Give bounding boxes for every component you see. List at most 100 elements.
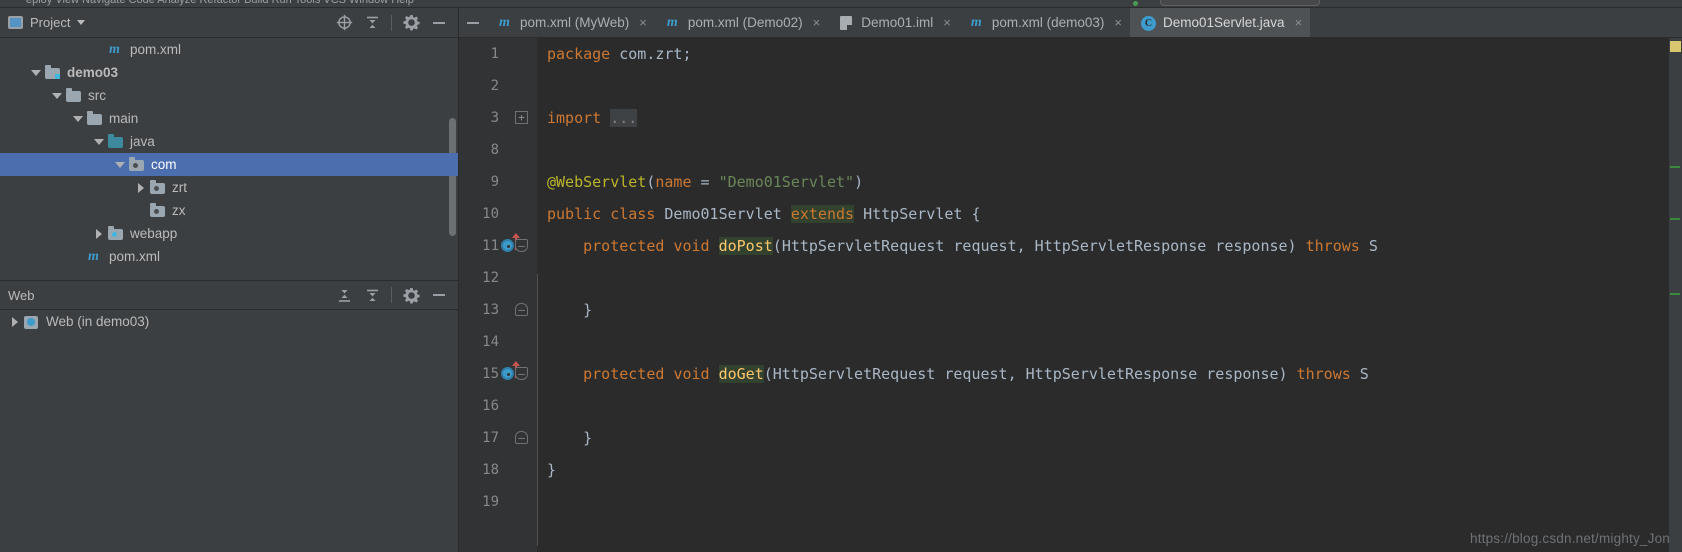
close-icon[interactable]: × bbox=[1295, 15, 1303, 30]
tree-row[interactable]: zx bbox=[0, 199, 458, 222]
hide-tool-window-icon[interactable] bbox=[426, 283, 452, 307]
tree-row[interactable]: m pom.xml bbox=[0, 245, 458, 268]
chevron-down-icon[interactable] bbox=[29, 66, 42, 79]
gutter-row[interactable]: 2 bbox=[459, 70, 537, 102]
gutter-row[interactable]: 19 bbox=[459, 486, 537, 518]
gutter-row[interactable]: 17 bbox=[459, 422, 537, 454]
expand-all-icon[interactable] bbox=[331, 283, 357, 307]
tree-row[interactable]: webapp bbox=[0, 222, 458, 245]
fold-minus-icon[interactable] bbox=[515, 239, 528, 252]
fold-minus-icon[interactable] bbox=[515, 367, 528, 380]
chevron-right-icon[interactable] bbox=[8, 315, 21, 328]
fold-guide-line bbox=[537, 274, 538, 546]
web-tree[interactable]: Web (in demo03) bbox=[0, 310, 458, 552]
gutter-marker-area[interactable] bbox=[499, 166, 517, 198]
editor-tabs[interactable]: m pom.xml (MyWeb) × m pom.xml (Demo02) × Demo0… bbox=[459, 8, 1682, 38]
line-number: 2 bbox=[490, 78, 499, 94]
tree-row[interactable]: main bbox=[0, 107, 458, 130]
gutter-marker-area[interactable] bbox=[499, 486, 517, 518]
hide-tool-window-icon[interactable] bbox=[426, 11, 452, 35]
code-line[interactable]: import ... bbox=[547, 102, 1668, 134]
editor-tab[interactable]: Demo01.iml × bbox=[828, 8, 959, 37]
editor-tab-label: pom.xml (MyWeb) bbox=[520, 15, 630, 30]
gutter-row[interactable]: 10 bbox=[459, 198, 537, 230]
collapse-all-icon[interactable] bbox=[359, 11, 385, 35]
gutter-row[interactable]: 12 bbox=[459, 262, 537, 294]
gutter-row[interactable]: 13 bbox=[459, 294, 537, 326]
gutter-marker-area[interactable] bbox=[499, 134, 517, 166]
gear-icon[interactable] bbox=[398, 11, 424, 35]
gutter-row[interactable]: 11 bbox=[459, 230, 537, 262]
project-tree[interactable]: m pom.xml demo03 src main java com zrt zx webapp m… bbox=[0, 38, 458, 280]
gutter-marker-area[interactable] bbox=[499, 38, 517, 70]
editor-tab[interactable]: C Demo01Servlet.java × bbox=[1130, 8, 1311, 37]
code-line[interactable]: package com.zrt; bbox=[547, 38, 1668, 70]
code-line[interactable] bbox=[547, 390, 1668, 422]
close-icon[interactable]: × bbox=[1114, 15, 1122, 30]
code-line[interactable]: } bbox=[547, 454, 1668, 486]
override-method-icon[interactable] bbox=[501, 239, 514, 252]
error-stripe[interactable] bbox=[1668, 38, 1682, 552]
close-icon[interactable]: × bbox=[639, 15, 647, 30]
code-line[interactable] bbox=[547, 134, 1668, 166]
hide-editor-icon[interactable] bbox=[459, 8, 487, 37]
editor-gutter[interactable]: 1238910111213141516171819 bbox=[459, 38, 537, 552]
gutter-row[interactable]: 8 bbox=[459, 134, 537, 166]
gutter-row[interactable]: 16 bbox=[459, 390, 537, 422]
code-line[interactable]: public class Demo01Servlet extends HttpS… bbox=[547, 198, 1668, 230]
tree-row[interactable]: com bbox=[0, 153, 458, 176]
gutter-marker-area[interactable] bbox=[499, 454, 517, 486]
close-icon[interactable]: × bbox=[813, 15, 821, 30]
chevron-down-icon[interactable] bbox=[92, 135, 105, 148]
gutter-row[interactable]: 9 bbox=[459, 166, 537, 198]
tree-row[interactable]: demo03 bbox=[0, 61, 458, 84]
gutter-row[interactable]: 1 bbox=[459, 38, 537, 70]
gutter-row[interactable]: 15 bbox=[459, 358, 537, 390]
code-line[interactable] bbox=[547, 70, 1668, 102]
gutter-row[interactable]: 3 bbox=[459, 102, 537, 134]
fold-plus-icon[interactable] bbox=[515, 111, 528, 124]
code-line[interactable]: protected void doPost(HttpServletRequest… bbox=[547, 230, 1668, 262]
editor-tab[interactable]: m pom.xml (Demo02) × bbox=[655, 8, 828, 37]
tree-row[interactable]: java bbox=[0, 130, 458, 153]
close-icon[interactable]: × bbox=[943, 15, 951, 30]
search-everywhere-box[interactable] bbox=[1160, 0, 1320, 6]
gutter-marker-area[interactable] bbox=[499, 326, 517, 358]
code-line[interactable] bbox=[547, 326, 1668, 358]
editor-tab[interactable]: m pom.xml (demo03) × bbox=[959, 8, 1130, 37]
fold-end-icon[interactable] bbox=[515, 431, 528, 444]
project-title-group[interactable]: Project bbox=[8, 15, 86, 30]
chevron-down-icon[interactable] bbox=[71, 112, 84, 125]
gutter-marker-area[interactable] bbox=[499, 262, 517, 294]
inspection-status-icon[interactable] bbox=[1670, 41, 1681, 52]
gutter-marker-area[interactable] bbox=[499, 390, 517, 422]
chevron-down-icon[interactable] bbox=[77, 20, 86, 25]
override-method-icon[interactable] bbox=[501, 367, 514, 380]
gutter-marker-area[interactable] bbox=[499, 70, 517, 102]
fold-end-icon[interactable] bbox=[515, 303, 528, 316]
chevron-right-icon[interactable] bbox=[92, 227, 105, 240]
code-line[interactable]: } bbox=[547, 294, 1668, 326]
tree-row[interactable]: zrt bbox=[0, 176, 458, 199]
code-line[interactable]: protected void doGet(HttpServletRequest … bbox=[547, 358, 1668, 390]
locate-target-icon[interactable] bbox=[331, 11, 357, 35]
gutter-marker-area[interactable] bbox=[499, 198, 517, 230]
tree-row[interactable]: src bbox=[0, 84, 458, 107]
chevron-down-icon[interactable] bbox=[113, 158, 126, 171]
code-line[interactable] bbox=[547, 262, 1668, 294]
code-line[interactable]: } bbox=[547, 422, 1668, 454]
collapse-all-icon[interactable] bbox=[359, 283, 385, 307]
code-line[interactable] bbox=[547, 486, 1668, 518]
gutter-row[interactable]: 14 bbox=[459, 326, 537, 358]
code-content[interactable]: package com.zrt; import ... @WebServlet(na… bbox=[537, 38, 1668, 552]
code-line[interactable]: @WebServlet(name = "Demo01Servlet") bbox=[547, 166, 1668, 198]
tree-row[interactable]: m pom.xml bbox=[0, 38, 458, 61]
gear-icon[interactable] bbox=[398, 283, 424, 307]
chevron-right-icon[interactable] bbox=[134, 181, 147, 194]
gutter-row[interactable]: 18 bbox=[459, 454, 537, 486]
tree-row[interactable]: Web (in demo03) bbox=[0, 310, 458, 333]
editor-tab-label: Demo01.iml bbox=[861, 15, 934, 30]
chevron-down-icon[interactable] bbox=[50, 89, 63, 102]
editor-tab[interactable]: m pom.xml (MyWeb) × bbox=[487, 8, 655, 37]
